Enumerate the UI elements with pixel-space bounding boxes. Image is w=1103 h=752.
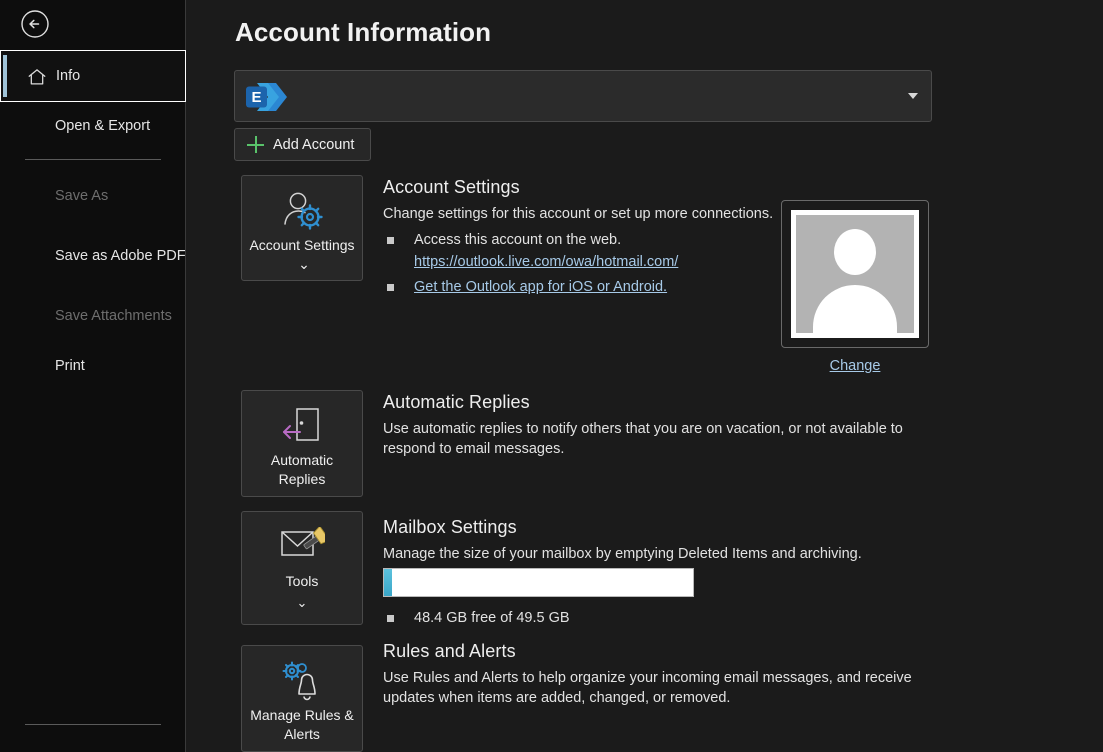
plus-icon xyxy=(247,136,264,153)
account-settings-button-label: Account Settings ⌄ xyxy=(242,236,362,274)
account-settings-section: Account Settings Change settings for thi… xyxy=(383,177,773,298)
avatar-body xyxy=(813,285,897,333)
manage-rules-alerts-button[interactable]: Manage Rules & Alerts xyxy=(241,645,363,752)
sidebar-item-label: Save As xyxy=(55,188,109,204)
rules-and-alerts-section: Rules and Alerts Use Rules and Alerts to… xyxy=(383,641,935,708)
account-settings-heading: Account Settings xyxy=(383,177,520,197)
rules-and-alerts-heading: Rules and Alerts xyxy=(383,641,516,661)
person-placeholder-avatar xyxy=(791,210,919,338)
person-gear-icon xyxy=(280,190,324,232)
profile-photo-frame xyxy=(781,200,929,348)
sidebar-divider-top xyxy=(25,159,161,160)
automatic-replies-button[interactable]: Automatic Replies xyxy=(241,390,363,497)
sidebar-item-info[interactable]: Info xyxy=(0,50,186,102)
chevron-down-icon[interactable] xyxy=(908,93,918,99)
manage-rules-alerts-button-label: Manage Rules & Alerts xyxy=(250,707,354,742)
tools-button[interactable]: Tools ⌄ xyxy=(241,511,363,625)
door-arrow-out-icon xyxy=(280,405,324,447)
sidebar-item-label: Save Attachments xyxy=(55,308,172,324)
mailbox-storage-fill xyxy=(384,569,392,596)
selection-accent-bar xyxy=(3,55,7,97)
bullet-item: Access this account on the web. xyxy=(383,230,773,251)
outlook-mobile-app-link[interactable]: Get the Outlook app for iOS or Android. xyxy=(414,277,667,298)
account-information-page: Info Open & Export Save As Save as Adobe… xyxy=(0,0,1103,752)
automatic-replies-button-label: Automatic Replies xyxy=(270,452,334,487)
cmd-label-text: Tools xyxy=(285,573,319,589)
bullet-item-link: Get the Outlook app for iOS or Android. xyxy=(383,277,773,298)
automatic-replies-description: Use automatic replies to notify others t… xyxy=(383,421,903,457)
mailbox-settings-description: Manage the size of your mailbox by empty… xyxy=(383,546,862,562)
square-bullet-icon xyxy=(387,284,394,291)
sidebar-item-open-export[interactable]: Open & Export xyxy=(0,113,186,139)
avatar-head xyxy=(834,229,876,275)
backstage-sidebar: Info Open & Export Save As Save as Adobe… xyxy=(0,0,186,752)
sidebar-item-label: Open & Export xyxy=(55,118,151,134)
sidebar-item-label: Save as Adobe PDF xyxy=(55,248,186,264)
mailbox-storage-text: 48.4 GB free of 49.5 GB xyxy=(414,610,570,626)
rules-and-alerts-description: Use Rules and Alerts to help organize yo… xyxy=(383,670,912,706)
add-account-label: Add Account xyxy=(273,136,355,153)
sidebar-item-print[interactable]: Print xyxy=(0,353,186,379)
svg-text:E: E xyxy=(251,89,261,106)
account-selector-dropdown[interactable]: E xyxy=(234,70,932,122)
tools-button-label: Tools ⌄ xyxy=(282,572,323,612)
chevron-down-icon: ⌄ xyxy=(296,595,308,610)
back-arrow-icon[interactable] xyxy=(19,8,51,40)
chevron-down-icon: ⌄ xyxy=(298,256,310,272)
bullet-item-link: https://outlook.live.com/owa/hotmail.com… xyxy=(383,252,773,273)
profile-photo-area: Change xyxy=(781,200,929,377)
sidebar-divider-bottom xyxy=(25,724,161,725)
page-title: Account Information xyxy=(235,17,492,47)
square-bullet-icon xyxy=(387,237,394,244)
sidebar-item-save-as-adobe-pdf[interactable]: Save as Adobe PDF xyxy=(0,233,186,279)
home-icon xyxy=(26,66,48,88)
bullet-label: Access this account on the web. xyxy=(414,232,622,248)
cmd-label-text: Account Settings xyxy=(249,237,355,253)
account-settings-button[interactable]: Account Settings ⌄ xyxy=(241,175,363,281)
mailbox-settings-heading: Mailbox Settings xyxy=(383,517,517,537)
mailbox-settings-section: Mailbox Settings Manage the size of your… xyxy=(383,517,862,564)
envelope-broom-icon xyxy=(279,526,325,568)
automatic-replies-section: Automatic Replies Use automatic replies … xyxy=(383,392,935,459)
mailbox-storage-note: 48.4 GB free of 49.5 GB xyxy=(383,608,570,629)
sidebar-item-label: Print xyxy=(55,358,85,374)
add-account-button[interactable]: Add Account xyxy=(234,128,372,161)
exchange-logo-icon: E xyxy=(245,80,289,114)
outlook-web-link[interactable]: https://outlook.live.com/owa/hotmail.com… xyxy=(414,252,678,273)
sidebar-item-save-attachments[interactable]: Save Attachments xyxy=(0,303,186,329)
main-content: Account Information E Add Account Accoun… xyxy=(187,0,1103,752)
account-settings-description: Change settings for this account or set … xyxy=(383,206,774,222)
automatic-replies-heading: Automatic Replies xyxy=(383,392,530,412)
gears-bell-icon xyxy=(279,660,325,702)
sidebar-item-save-as[interactable]: Save As xyxy=(0,183,186,209)
mailbox-storage-bar xyxy=(383,568,694,597)
account-settings-bullets: Access this account on the web. https://… xyxy=(383,230,773,298)
change-photo-link[interactable]: Change xyxy=(781,356,929,377)
square-bullet-icon xyxy=(387,615,394,622)
bullet-spacer xyxy=(387,259,394,266)
